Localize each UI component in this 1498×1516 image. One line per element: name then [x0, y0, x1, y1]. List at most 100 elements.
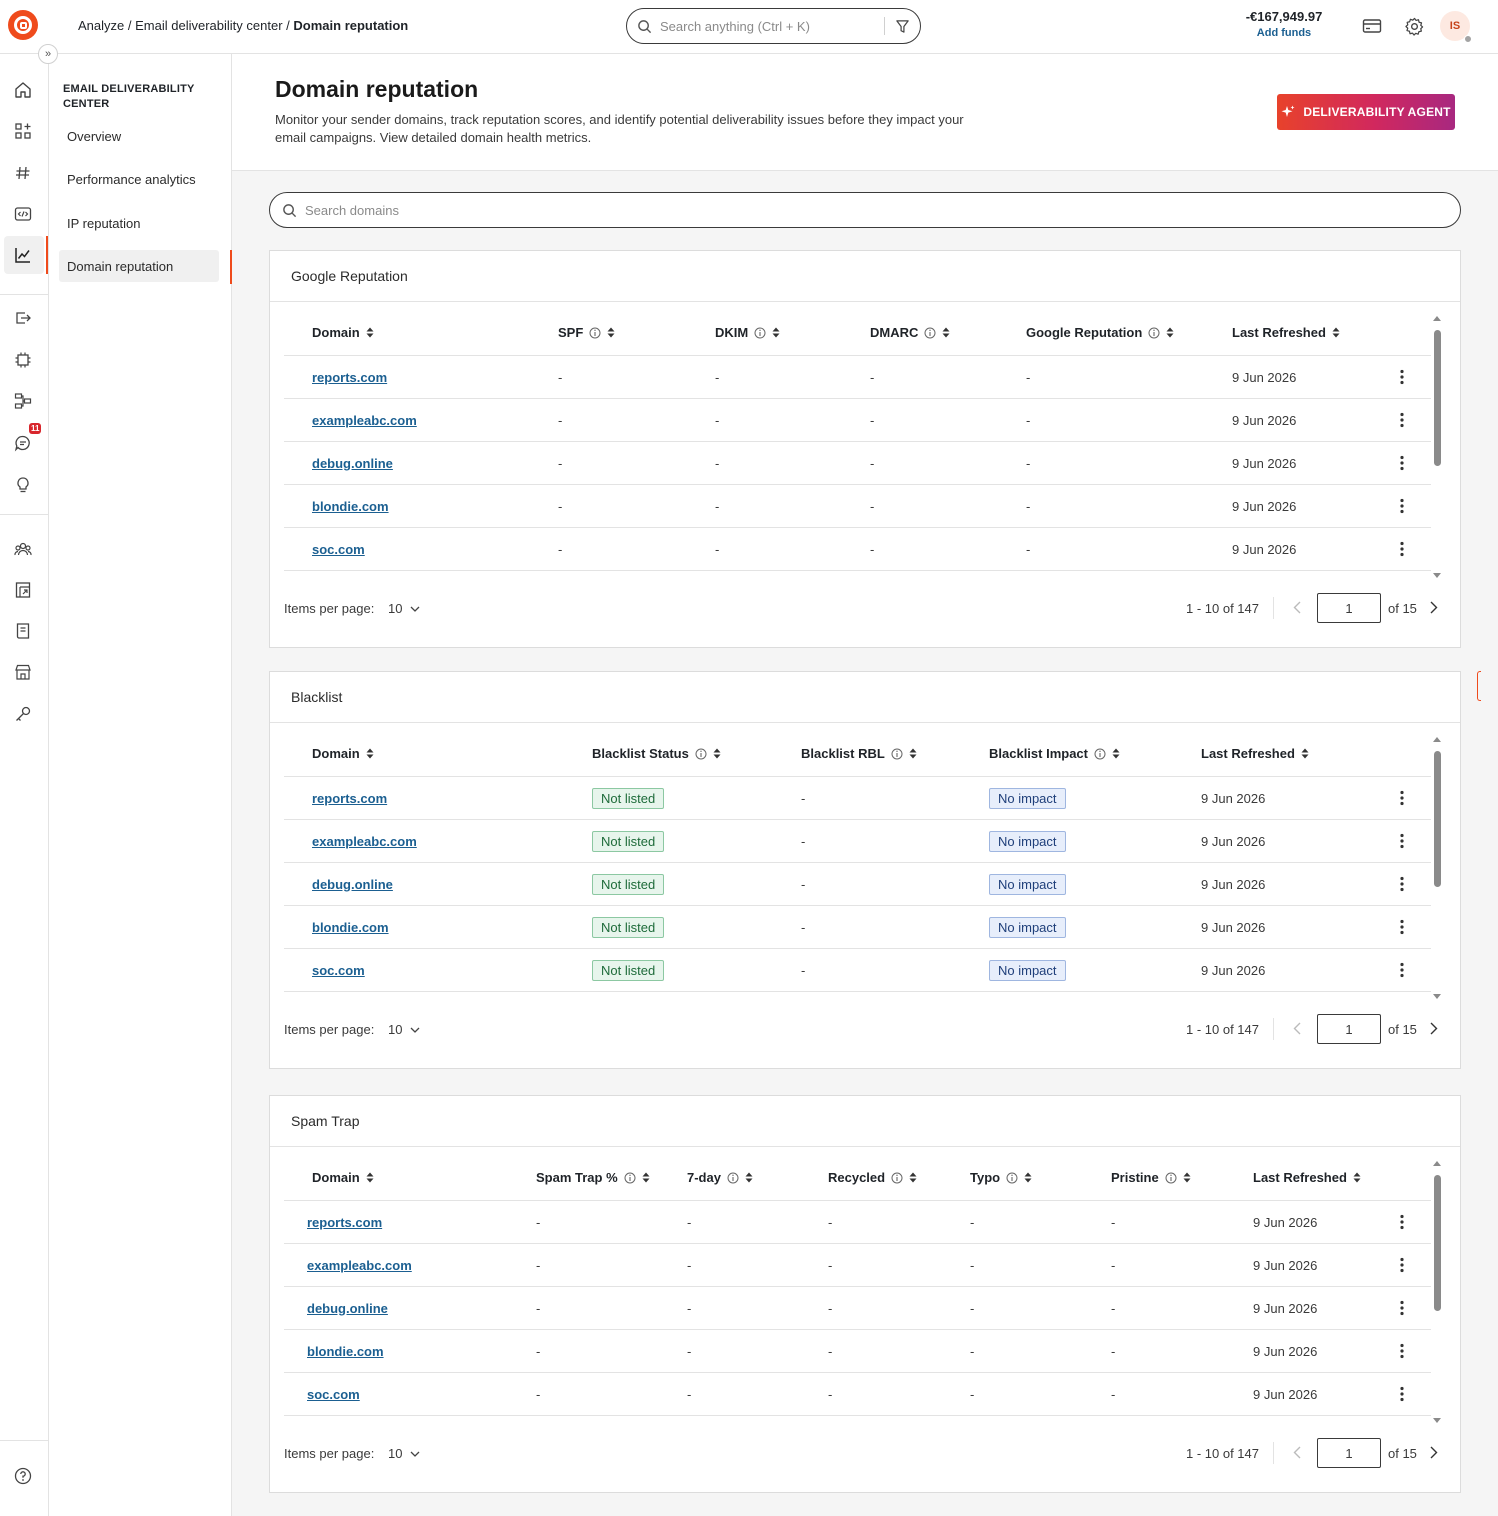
- scroll-up-arrow[interactable]: [1433, 316, 1441, 321]
- info-icon[interactable]: [1006, 1172, 1018, 1184]
- more-options-icon[interactable]: [1400, 369, 1404, 385]
- row-actions-button[interactable]: [1397, 1201, 1407, 1243]
- filter-icon[interactable]: [895, 19, 910, 34]
- more-options-icon[interactable]: [1400, 833, 1404, 849]
- more-options-icon[interactable]: [1400, 876, 1404, 892]
- domain-search-input[interactable]: Search domains: [269, 192, 1461, 228]
- help-icon[interactable]: [12, 1465, 34, 1487]
- breadcrumb-analyze[interactable]: Analyze: [78, 18, 124, 33]
- chip-icon[interactable]: [12, 349, 34, 371]
- analytics-icon[interactable]: [12, 244, 34, 266]
- domain-link[interactable]: soc.com: [312, 963, 365, 978]
- more-options-icon[interactable]: [1400, 412, 1404, 428]
- chat-icon[interactable]: [12, 432, 34, 454]
- domain-link[interactable]: debug.online: [312, 877, 393, 892]
- side-panel-tab[interactable]: [1477, 671, 1481, 701]
- domain-link[interactable]: soc.com: [307, 1387, 360, 1402]
- settings-gear-icon[interactable]: [1403, 15, 1425, 37]
- hashtag-icon[interactable]: [12, 162, 34, 184]
- scroll-down-arrow[interactable]: [1433, 1418, 1441, 1423]
- scroll-down-arrow[interactable]: [1433, 573, 1441, 578]
- column-header-spam-trap[interactable]: Spam Trap %: [536, 1155, 650, 1200]
- sidebar-item-ip-reputation[interactable]: IP reputation: [59, 207, 219, 239]
- row-actions-button[interactable]: [1397, 863, 1407, 905]
- domain-link[interactable]: exampleabc.com: [307, 1258, 412, 1273]
- info-icon[interactable]: [1148, 327, 1160, 339]
- global-search-input[interactable]: Search anything (Ctrl + K): [626, 8, 921, 44]
- send-icon[interactable]: [12, 307, 34, 329]
- more-options-icon[interactable]: [1400, 1214, 1404, 1230]
- column-header-domain[interactable]: Domain: [312, 1155, 374, 1200]
- row-actions-button[interactable]: [1397, 1330, 1407, 1372]
- column-header-blacklist-status[interactable]: Blacklist Status: [592, 731, 721, 776]
- page-number-input[interactable]: 1: [1317, 1014, 1381, 1044]
- items-per-page-select[interactable]: 10: [388, 1446, 420, 1461]
- chevron-left-icon[interactable]: [1293, 601, 1301, 614]
- more-options-icon[interactable]: [1400, 1343, 1404, 1359]
- table-scrollbar[interactable]: [1433, 1161, 1441, 1423]
- info-icon[interactable]: [1165, 1172, 1177, 1184]
- sort-icon[interactable]: [1183, 1172, 1191, 1183]
- domain-link[interactable]: debug.online: [307, 1301, 388, 1316]
- info-icon[interactable]: [891, 748, 903, 760]
- next-page-button[interactable]: [1430, 1446, 1438, 1462]
- info-icon[interactable]: [727, 1172, 739, 1184]
- store-icon[interactable]: [12, 661, 34, 683]
- row-actions-button[interactable]: [1397, 485, 1407, 527]
- domain-link[interactable]: reports.com: [307, 1215, 382, 1230]
- sort-icon[interactable]: [772, 327, 780, 338]
- domain-link[interactable]: reports.com: [312, 791, 387, 806]
- table-scrollbar[interactable]: [1433, 737, 1441, 999]
- column-header-last-refreshed[interactable]: Last Refreshed: [1201, 731, 1309, 776]
- items-per-page-select[interactable]: 10: [388, 1022, 420, 1037]
- sort-icon[interactable]: [1301, 748, 1309, 759]
- scroll-up-arrow[interactable]: [1433, 1161, 1441, 1166]
- chevron-right-icon[interactable]: [1430, 601, 1438, 614]
- sort-icon[interactable]: [942, 327, 950, 338]
- scrollbar-thumb[interactable]: [1434, 1175, 1441, 1311]
- column-header-blacklist-impact[interactable]: Blacklist Impact: [989, 731, 1120, 776]
- sort-icon[interactable]: [745, 1172, 753, 1183]
- previous-page-button[interactable]: [1293, 1446, 1301, 1462]
- sort-icon[interactable]: [366, 1172, 374, 1183]
- more-options-icon[interactable]: [1400, 1257, 1404, 1273]
- billing-card-icon[interactable]: [1361, 15, 1383, 37]
- apps-icon[interactable]: [12, 120, 34, 142]
- sort-icon[interactable]: [909, 748, 917, 759]
- people-icon[interactable]: [12, 538, 34, 560]
- domain-link[interactable]: exampleabc.com: [312, 834, 417, 849]
- next-page-button[interactable]: [1430, 601, 1438, 617]
- sort-icon[interactable]: [1166, 327, 1174, 338]
- code-icon[interactable]: [12, 203, 34, 225]
- previous-page-button[interactable]: [1293, 601, 1301, 617]
- sort-icon[interactable]: [909, 1172, 917, 1183]
- domain-link[interactable]: soc.com: [312, 542, 365, 557]
- info-icon[interactable]: [754, 327, 766, 339]
- column-header-last-refreshed[interactable]: Last Refreshed: [1232, 310, 1340, 355]
- chevron-right-icon[interactable]: [1430, 1446, 1438, 1459]
- more-options-icon[interactable]: [1400, 790, 1404, 806]
- sort-icon[interactable]: [1332, 327, 1340, 338]
- add-funds-link[interactable]: Add funds: [1236, 27, 1332, 39]
- column-header-last-refreshed[interactable]: Last Refreshed: [1253, 1155, 1361, 1200]
- row-actions-button[interactable]: [1397, 1287, 1407, 1329]
- info-icon[interactable]: [695, 748, 707, 760]
- domain-link[interactable]: exampleabc.com: [312, 413, 417, 428]
- expand-sidebar-button[interactable]: »: [38, 44, 58, 64]
- row-actions-button[interactable]: [1397, 1244, 1407, 1286]
- domain-link[interactable]: blondie.com: [312, 920, 389, 935]
- column-header-google-reputation[interactable]: Google Reputation: [1026, 310, 1174, 355]
- domain-link[interactable]: blondie.com: [312, 499, 389, 514]
- column-header-blacklist-rbl[interactable]: Blacklist RBL: [801, 731, 917, 776]
- sidebar-item-domain-reputation[interactable]: Domain reputation: [59, 250, 219, 282]
- column-header-typo[interactable]: Typo: [970, 1155, 1032, 1200]
- row-actions-button[interactable]: [1397, 777, 1407, 819]
- info-icon[interactable]: [891, 1172, 903, 1184]
- sidebar-item-performance-analytics[interactable]: Performance analytics: [59, 163, 219, 195]
- chevron-left-icon[interactable]: [1293, 1446, 1301, 1459]
- scroll-down-arrow[interactable]: [1433, 994, 1441, 999]
- row-actions-button[interactable]: [1397, 1373, 1407, 1415]
- more-options-icon[interactable]: [1400, 498, 1404, 514]
- column-header-spf[interactable]: SPF: [558, 310, 615, 355]
- info-icon[interactable]: [924, 327, 936, 339]
